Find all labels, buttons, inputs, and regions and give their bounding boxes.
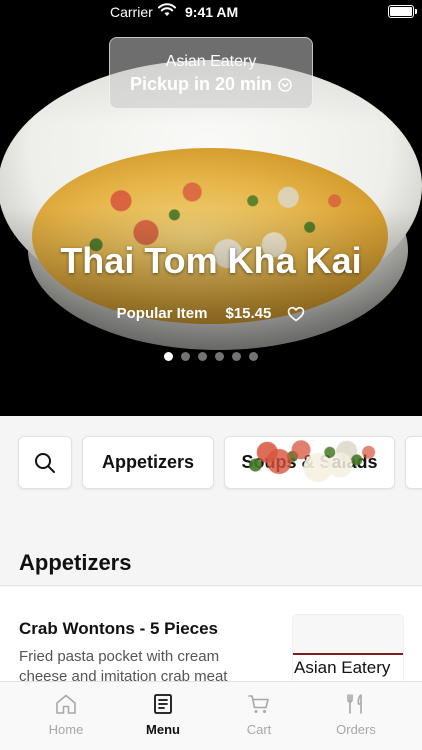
hero-banner[interactable]: Carrier 9:41 AM Asian Eatery Pickup in 2… xyxy=(0,0,422,416)
pickup-selector[interactable]: Asian Eatery Pickup in 20 min xyxy=(109,37,313,109)
section-header: Appetizers xyxy=(0,510,422,586)
chevron-down-circle-icon xyxy=(278,77,292,92)
battery-icon xyxy=(388,5,417,18)
dish-price: $15.45 xyxy=(225,305,272,322)
heart-icon[interactable] xyxy=(287,306,305,322)
carousel-dot[interactable] xyxy=(249,352,258,361)
carousel-dots[interactable] xyxy=(0,352,422,361)
popular-tag: Popular Item xyxy=(116,305,208,322)
restaurant-logo-text: Asian Eatery xyxy=(294,658,391,677)
carousel-dot[interactable] xyxy=(181,352,190,361)
category-appetizers[interactable]: Appetizers xyxy=(82,436,214,489)
cart-icon xyxy=(248,695,269,713)
tab-menu-label: Menu xyxy=(146,722,180,737)
orders-icon xyxy=(347,694,362,714)
wifi-icon xyxy=(158,3,176,16)
category-next-partial[interactable] xyxy=(405,436,422,489)
tab-home-label: Home xyxy=(48,722,84,737)
carrier-label: Carrier xyxy=(110,4,153,20)
category-soups-salads[interactable]: Soups & Salads xyxy=(224,436,395,489)
category-bar: Appetizers Soups & Salads xyxy=(0,416,422,510)
restaurant-name: Asian Eatery xyxy=(165,53,257,70)
menu-item-image: Asian Eatery xyxy=(292,614,404,684)
pickup-row: Pickup in 20 min xyxy=(110,74,312,95)
status-bar: Carrier 9:41 AM xyxy=(0,0,422,24)
search-button[interactable] xyxy=(18,436,72,489)
menu-item[interactable]: Crab Wontons - 5 Pieces Fried pasta pock… xyxy=(0,587,422,687)
dish-meta: Popular Item $15.45 xyxy=(0,305,422,322)
search-icon xyxy=(35,452,55,473)
tab-cart[interactable]: Cart xyxy=(219,692,299,737)
clock-time: 9:41 AM xyxy=(185,4,239,20)
tab-home[interactable]: Home xyxy=(26,692,106,737)
app-screen: Carrier 9:41 AM Asian Eatery Pickup in 2… xyxy=(0,0,422,750)
tab-orders[interactable]: Orders xyxy=(316,692,396,737)
pickup-time-label: Pickup in 20 min xyxy=(129,74,273,94)
carousel-dot[interactable] xyxy=(232,352,241,361)
tab-menu[interactable]: Menu xyxy=(123,692,203,737)
section-title: Appetizers xyxy=(19,550,132,575)
carousel-dot[interactable] xyxy=(164,352,173,361)
menu-item-name: Crab Wontons - 5 Pieces xyxy=(19,619,219,638)
tab-cart-label: Cart xyxy=(246,722,272,737)
menu-icon xyxy=(154,694,172,714)
logo-rule xyxy=(293,653,403,655)
dish-title: Thai Tom Kha Kai xyxy=(60,240,362,281)
tab-bar: Home Menu Cart Orders xyxy=(0,681,422,750)
tab-orders-label: Orders xyxy=(336,722,376,737)
carousel-dot[interactable] xyxy=(215,352,224,361)
carousel-dot[interactable] xyxy=(198,352,207,361)
home-icon xyxy=(56,694,76,714)
